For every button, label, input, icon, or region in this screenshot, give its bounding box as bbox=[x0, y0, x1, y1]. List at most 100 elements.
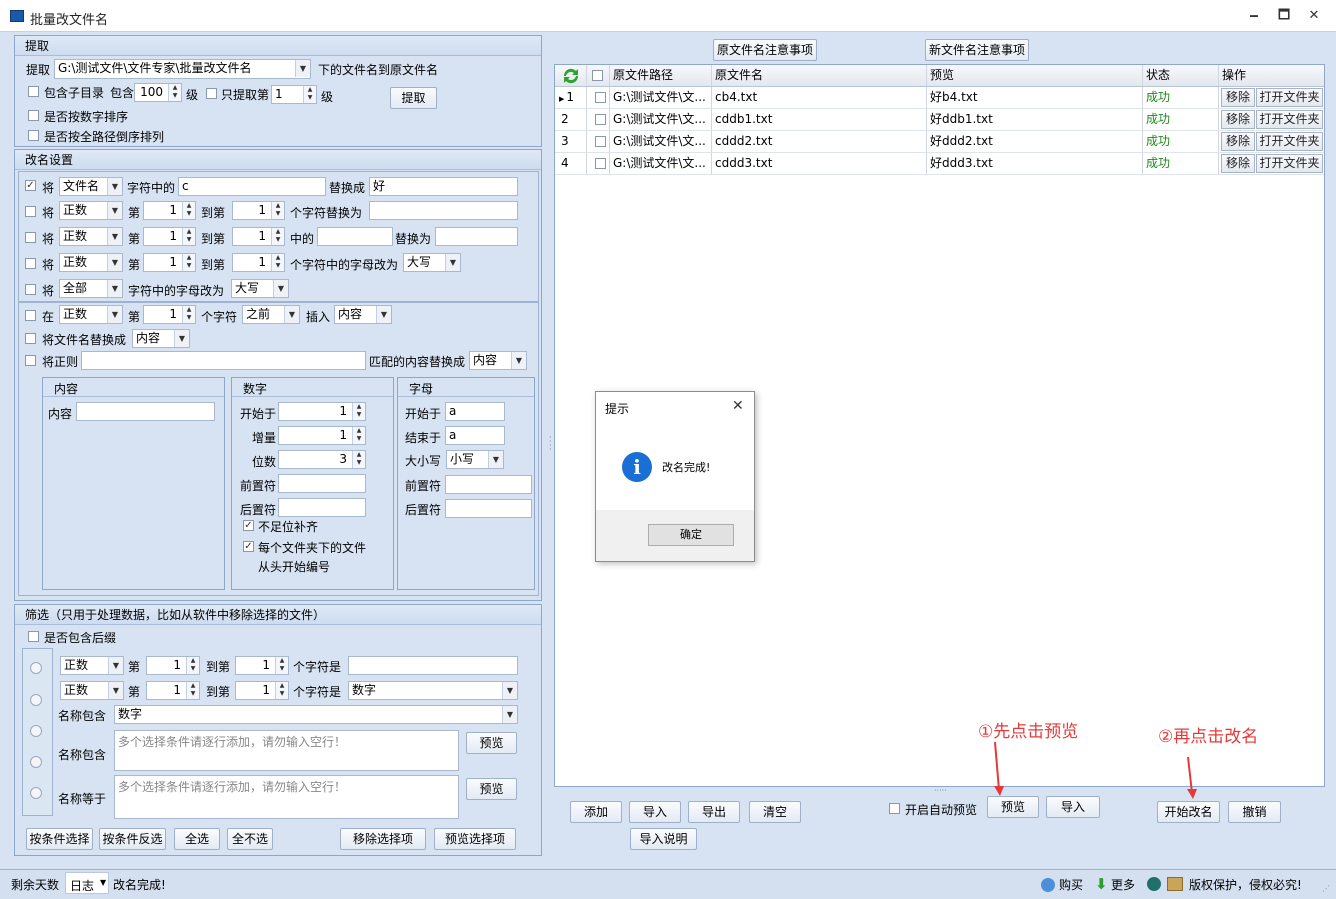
rule3-from-stepper[interactable]: 1 ▲ ▼ bbox=[143, 227, 196, 246]
filter-radio-2[interactable] bbox=[30, 694, 42, 706]
close-button[interactable]: ✕ bbox=[1300, 6, 1328, 26]
rule4-to-stepper[interactable]: 1 ▲ ▼ bbox=[232, 253, 285, 272]
number-inc-stepper[interactable]: 1 ▲ ▼ bbox=[278, 426, 366, 445]
spin-icon[interactable]: ▲ ▼ bbox=[271, 202, 284, 219]
table-row[interactable]: 4 G:\测试文件\文... cddd3.txt 好ddd3.txt 成功 移除 打开文件夹 bbox=[555, 153, 1324, 175]
rule3-select[interactable]: 正数 ▼ bbox=[59, 227, 123, 246]
rule1-find-input[interactable]: c bbox=[178, 177, 326, 196]
row-old-name[interactable]: cddd2.txt bbox=[712, 131, 927, 152]
header-checkbox[interactable] bbox=[592, 70, 603, 81]
rule6-what-select[interactable]: 内容 ▼ bbox=[334, 305, 392, 324]
chevron-down-icon[interactable]: ▼ bbox=[100, 878, 106, 887]
col-old-name[interactable]: 原文件名 bbox=[712, 65, 927, 86]
row-old-name[interactable]: cddb1.txt bbox=[712, 109, 927, 130]
col-path[interactable]: 原文件路径 bbox=[610, 65, 712, 86]
download-icon[interactable]: ⬇ bbox=[1095, 875, 1108, 893]
dialog-ok-button[interactable]: 确定 bbox=[648, 524, 734, 546]
rule2-replace-input[interactable] bbox=[369, 201, 518, 220]
row-select-checkbox[interactable] bbox=[595, 92, 606, 103]
rule7-select[interactable]: 内容 ▼ bbox=[132, 329, 190, 348]
row-checkbox[interactable] bbox=[587, 131, 610, 152]
number-suffix-input[interactable] bbox=[278, 498, 366, 517]
rule5-select[interactable]: 全部 ▼ bbox=[59, 279, 123, 298]
resize-grip[interactable]: ⋰ bbox=[1322, 884, 1330, 893]
rule6-pos-stepper[interactable]: 1 ▲ ▼ bbox=[143, 305, 196, 324]
spin-icon[interactable]: ▲ ▼ bbox=[303, 86, 316, 103]
dialog-close-icon[interactable]: ✕ bbox=[732, 398, 744, 414]
only-level-stepper[interactable]: 1 ▲ ▼ bbox=[271, 85, 317, 104]
spin-icon[interactable]: ▲ ▼ bbox=[275, 682, 288, 699]
number-prefix-input[interactable] bbox=[278, 474, 366, 493]
letter-start-input[interactable]: a bbox=[445, 402, 505, 421]
select-all-header[interactable] bbox=[587, 65, 610, 86]
per-folder-checkbox[interactable]: ✓ bbox=[243, 541, 254, 552]
rule6-checkbox[interactable] bbox=[25, 310, 36, 321]
row-new-name[interactable]: 好ddb1.txt bbox=[927, 109, 1143, 130]
row-open-folder-button[interactable]: 打开文件夹 bbox=[1256, 110, 1323, 129]
rule2-select[interactable]: 正数 ▼ bbox=[59, 201, 123, 220]
select-by-condition-button[interactable]: 按条件选择 bbox=[26, 828, 93, 850]
spin-icon[interactable]: ▲ ▼ bbox=[182, 228, 195, 245]
row-path[interactable]: G:\测试文件\文... bbox=[610, 87, 712, 108]
level-stepper[interactable]: 100 ▲ ▼ bbox=[134, 83, 182, 102]
chevron-down-icon[interactable]: ▼ bbox=[284, 306, 299, 323]
filter-radio-1[interactable] bbox=[30, 662, 42, 674]
row-number[interactable]: ▶ 1 bbox=[555, 87, 587, 108]
add-button[interactable]: 添加 bbox=[570, 801, 622, 823]
chevron-down-icon[interactable]: ▼ bbox=[488, 451, 503, 468]
row-actions[interactable]: 移除 打开文件夹 bbox=[1219, 87, 1325, 108]
chevron-down-icon[interactable]: ▼ bbox=[376, 306, 391, 323]
rule3-replace-input[interactable] bbox=[435, 227, 518, 246]
filter1-to-stepper[interactable]: 1 ▲ ▼ bbox=[235, 656, 289, 675]
table-row[interactable]: 3 G:\测试文件\文... cddd2.txt 好ddd2.txt 成功 移除 打开文件夹 bbox=[555, 131, 1324, 153]
new-name-notes-button[interactable]: 新文件名注意事项 bbox=[925, 39, 1029, 61]
row-number[interactable]: 2 bbox=[555, 109, 587, 130]
splitter-handle[interactable]: ····· bbox=[934, 786, 947, 795]
cancel-button[interactable]: 撤销 bbox=[1228, 801, 1281, 823]
letter-suffix-input[interactable] bbox=[445, 499, 532, 518]
sort-num-checkbox[interactable] bbox=[28, 110, 39, 121]
spin-icon[interactable]: ▲ ▼ bbox=[168, 84, 181, 101]
log-dropdown[interactable]: 日志 ▼ bbox=[65, 872, 109, 894]
old-name-notes-button[interactable]: 原文件名注意事项 bbox=[713, 39, 817, 61]
chevron-down-icon[interactable]: ▼ bbox=[107, 178, 122, 195]
rule4-case-select[interactable]: 大写 ▼ bbox=[403, 253, 461, 272]
rule5-checkbox[interactable] bbox=[25, 284, 36, 295]
chevron-down-icon[interactable]: ▼ bbox=[511, 352, 526, 369]
row-open-folder-button[interactable]: 打开文件夹 bbox=[1256, 88, 1323, 107]
chevron-down-icon[interactable]: ▼ bbox=[445, 254, 460, 271]
chevron-down-icon[interactable]: ▼ bbox=[295, 60, 310, 77]
row-remove-button[interactable]: 移除 bbox=[1221, 132, 1255, 151]
spin-icon[interactable]: ▲ ▼ bbox=[352, 403, 365, 420]
spin-icon[interactable]: ▲ ▼ bbox=[186, 657, 199, 674]
rule7-checkbox[interactable] bbox=[25, 333, 36, 344]
rule6-where-select[interactable]: 之前 ▼ bbox=[242, 305, 300, 324]
invert-by-condition-button[interactable]: 按条件反选 bbox=[99, 828, 166, 850]
clear-button[interactable]: 清空 bbox=[749, 801, 801, 823]
letter-case-select[interactable]: 小写 ▼ bbox=[446, 450, 504, 469]
filter2-to-stepper[interactable]: 1 ▲ ▼ bbox=[235, 681, 289, 700]
filter5-preview-button[interactable]: 预览 bbox=[466, 778, 517, 800]
chevron-down-icon[interactable]: ▼ bbox=[107, 306, 122, 323]
row-status[interactable]: 成功 bbox=[1143, 87, 1219, 108]
spin-icon[interactable]: ▲ ▼ bbox=[186, 682, 199, 699]
filter1-input[interactable] bbox=[348, 656, 518, 675]
chevron-down-icon[interactable]: ▼ bbox=[108, 682, 123, 699]
rule3-to-stepper[interactable]: 1 ▲ ▼ bbox=[232, 227, 285, 246]
row-actions[interactable]: 移除 打开文件夹 bbox=[1219, 131, 1325, 152]
row-actions[interactable]: 移除 打开文件夹 bbox=[1219, 153, 1325, 174]
content-input[interactable] bbox=[76, 402, 215, 421]
filter2-select[interactable]: 正数 ▼ bbox=[60, 681, 124, 700]
import-help-button[interactable]: 导入说明 bbox=[630, 828, 697, 850]
row-path[interactable]: G:\测试文件\文... bbox=[610, 153, 712, 174]
extract-path-select[interactable]: G:\测试文件\文件专家\批量改文件名 ▼ bbox=[54, 59, 311, 79]
spin-icon[interactable]: ▲ ▼ bbox=[275, 657, 288, 674]
rule4-from-stepper[interactable]: 1 ▲ ▼ bbox=[143, 253, 196, 272]
row-checkbox[interactable] bbox=[587, 87, 610, 108]
row-old-name[interactable]: cb4.txt bbox=[712, 87, 927, 108]
row-checkbox[interactable] bbox=[587, 153, 610, 174]
filter1-from-stepper[interactable]: 1 ▲ ▼ bbox=[146, 656, 200, 675]
refresh-icon[interactable] bbox=[560, 66, 582, 86]
buy-icon[interactable] bbox=[1041, 878, 1055, 892]
select-none-button[interactable]: 全不选 bbox=[227, 828, 273, 850]
